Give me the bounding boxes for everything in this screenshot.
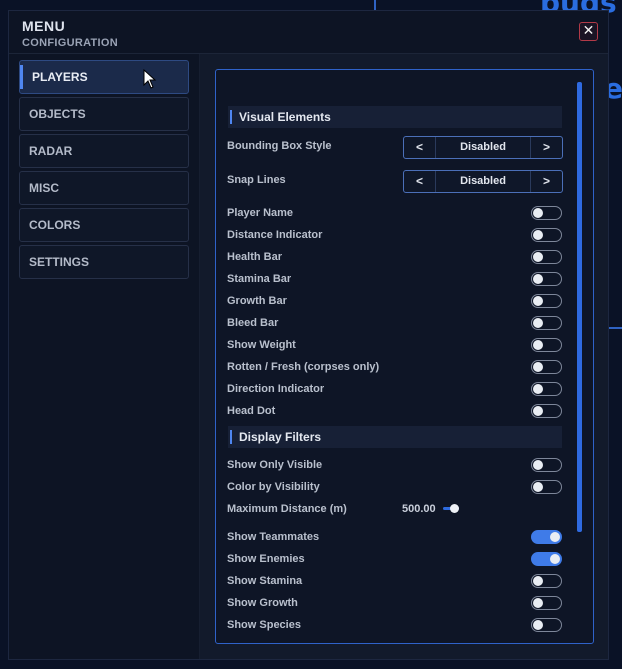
toggle-knob [533,296,543,306]
toggle-knob [533,274,543,284]
show-only-visible-toggle[interactable] [531,458,562,472]
direction-indicator-toggle[interactable] [531,382,562,396]
background-line [374,0,376,10]
content-area: Visual Elements Bounding Box Style < Disabl… [200,54,608,659]
menu-window: MENU CONFIGURATION ✕ PLAYERS OBJECTS RADAR… [8,10,609,660]
row-label: Show Enemies [227,553,305,565]
close-icon: ✕ [582,23,595,39]
window-header: MENU CONFIGURATION ✕ [9,11,608,54]
row-label: Color by Visibility [227,481,320,493]
row-label: Player Name [227,207,294,219]
prev-option-button[interactable]: < [404,137,436,158]
head-dot-toggle[interactable] [531,404,562,418]
section-header-display-filters: Display Filters [228,426,562,448]
maximum-distance-value: 500.00 [402,503,436,515]
health-bar-toggle[interactable] [531,250,562,264]
row-label: Health Bar [227,251,283,263]
row-label: Distance Indicator [227,229,323,241]
next-option-button[interactable]: > [530,171,562,192]
show-stamina-toggle[interactable] [531,574,562,588]
row-label: Show Weight [227,339,296,351]
distance-indicator-toggle[interactable] [531,228,562,242]
prev-option-button[interactable]: < [404,171,436,192]
row-label: Bounding Box Style [227,140,332,152]
growth-bar-toggle[interactable] [531,294,562,308]
row-label: Head Dot [227,405,276,417]
stamina-bar-toggle[interactable] [531,272,562,286]
sidebar-item-colors[interactable]: COLORS [19,208,189,242]
window-title: MENU [22,18,66,34]
show-enemies-toggle[interactable] [531,552,562,566]
selector-value: Disabled [460,175,506,187]
toggle-knob [533,362,543,372]
next-option-button[interactable]: > [530,137,562,158]
row-label: Snap Lines [227,174,286,186]
sidebar: PLAYERS OBJECTS RADAR MISC COLORS SETTINGS [9,54,200,659]
toggle-knob [533,252,543,262]
color-by-visibility-toggle[interactable] [531,480,562,494]
window-subtitle: CONFIGURATION [22,37,118,49]
sidebar-item-misc[interactable]: MISC [19,171,189,205]
row-label: Show Teammates [227,531,320,543]
toggle-knob [533,340,543,350]
rotten-fresh-corpses-only-toggle[interactable] [531,360,562,374]
sidebar-item-settings[interactable]: SETTINGS [19,245,189,279]
show-weight-toggle[interactable] [531,338,562,352]
row-label: Bleed Bar [227,317,279,329]
background-line [609,327,622,329]
section-header-visual-elements: Visual Elements [228,106,562,128]
mouse-cursor-icon [143,68,157,94]
show-growth-toggle[interactable] [531,596,562,610]
row-label: Show Only Visible [227,459,323,471]
toggle-knob [533,598,543,608]
player-name-toggle[interactable] [531,206,562,220]
row-label: Direction Indicator [227,383,325,395]
selector-value: Disabled [460,141,506,153]
toggle-knob [533,384,543,394]
row-label: Growth Bar [227,295,287,307]
show-teammates-toggle[interactable] [531,530,562,544]
slider-handle[interactable] [450,504,459,513]
toggle-knob [533,318,543,328]
sidebar-item-players[interactable]: PLAYERS [19,60,189,94]
row-label: Rotten / Fresh (corpses only) [227,361,380,373]
toggle-knob [550,554,560,564]
row-label: Maximum Distance (m) [227,503,347,515]
row-label: Stamina Bar [227,273,292,285]
snap-lines-selector: < Disabled > [403,170,563,193]
toggle-knob [533,460,543,470]
settings-panel: Visual Elements Bounding Box Style < Disabl… [215,69,594,644]
toggle-knob [533,208,543,218]
bleed-bar-toggle[interactable] [531,316,562,330]
toggle-knob [533,576,543,586]
toggle-knob [533,620,543,630]
toggle-knob [550,532,560,542]
show-species-toggle[interactable] [531,618,562,632]
row-label: Show Stamina [227,575,303,587]
toggle-knob [533,406,543,416]
row-label: Show Growth [227,597,298,609]
sidebar-item-radar[interactable]: RADAR [19,134,189,168]
sidebar-item-objects[interactable]: OBJECTS [19,97,189,131]
bounding-box-style-selector: < Disabled > [403,136,563,159]
scrollbar[interactable] [577,82,582,532]
close-button[interactable]: ✕ [579,22,598,41]
row-label: Show Species [227,619,301,631]
toggle-knob [533,230,543,240]
toggle-knob [533,482,543,492]
